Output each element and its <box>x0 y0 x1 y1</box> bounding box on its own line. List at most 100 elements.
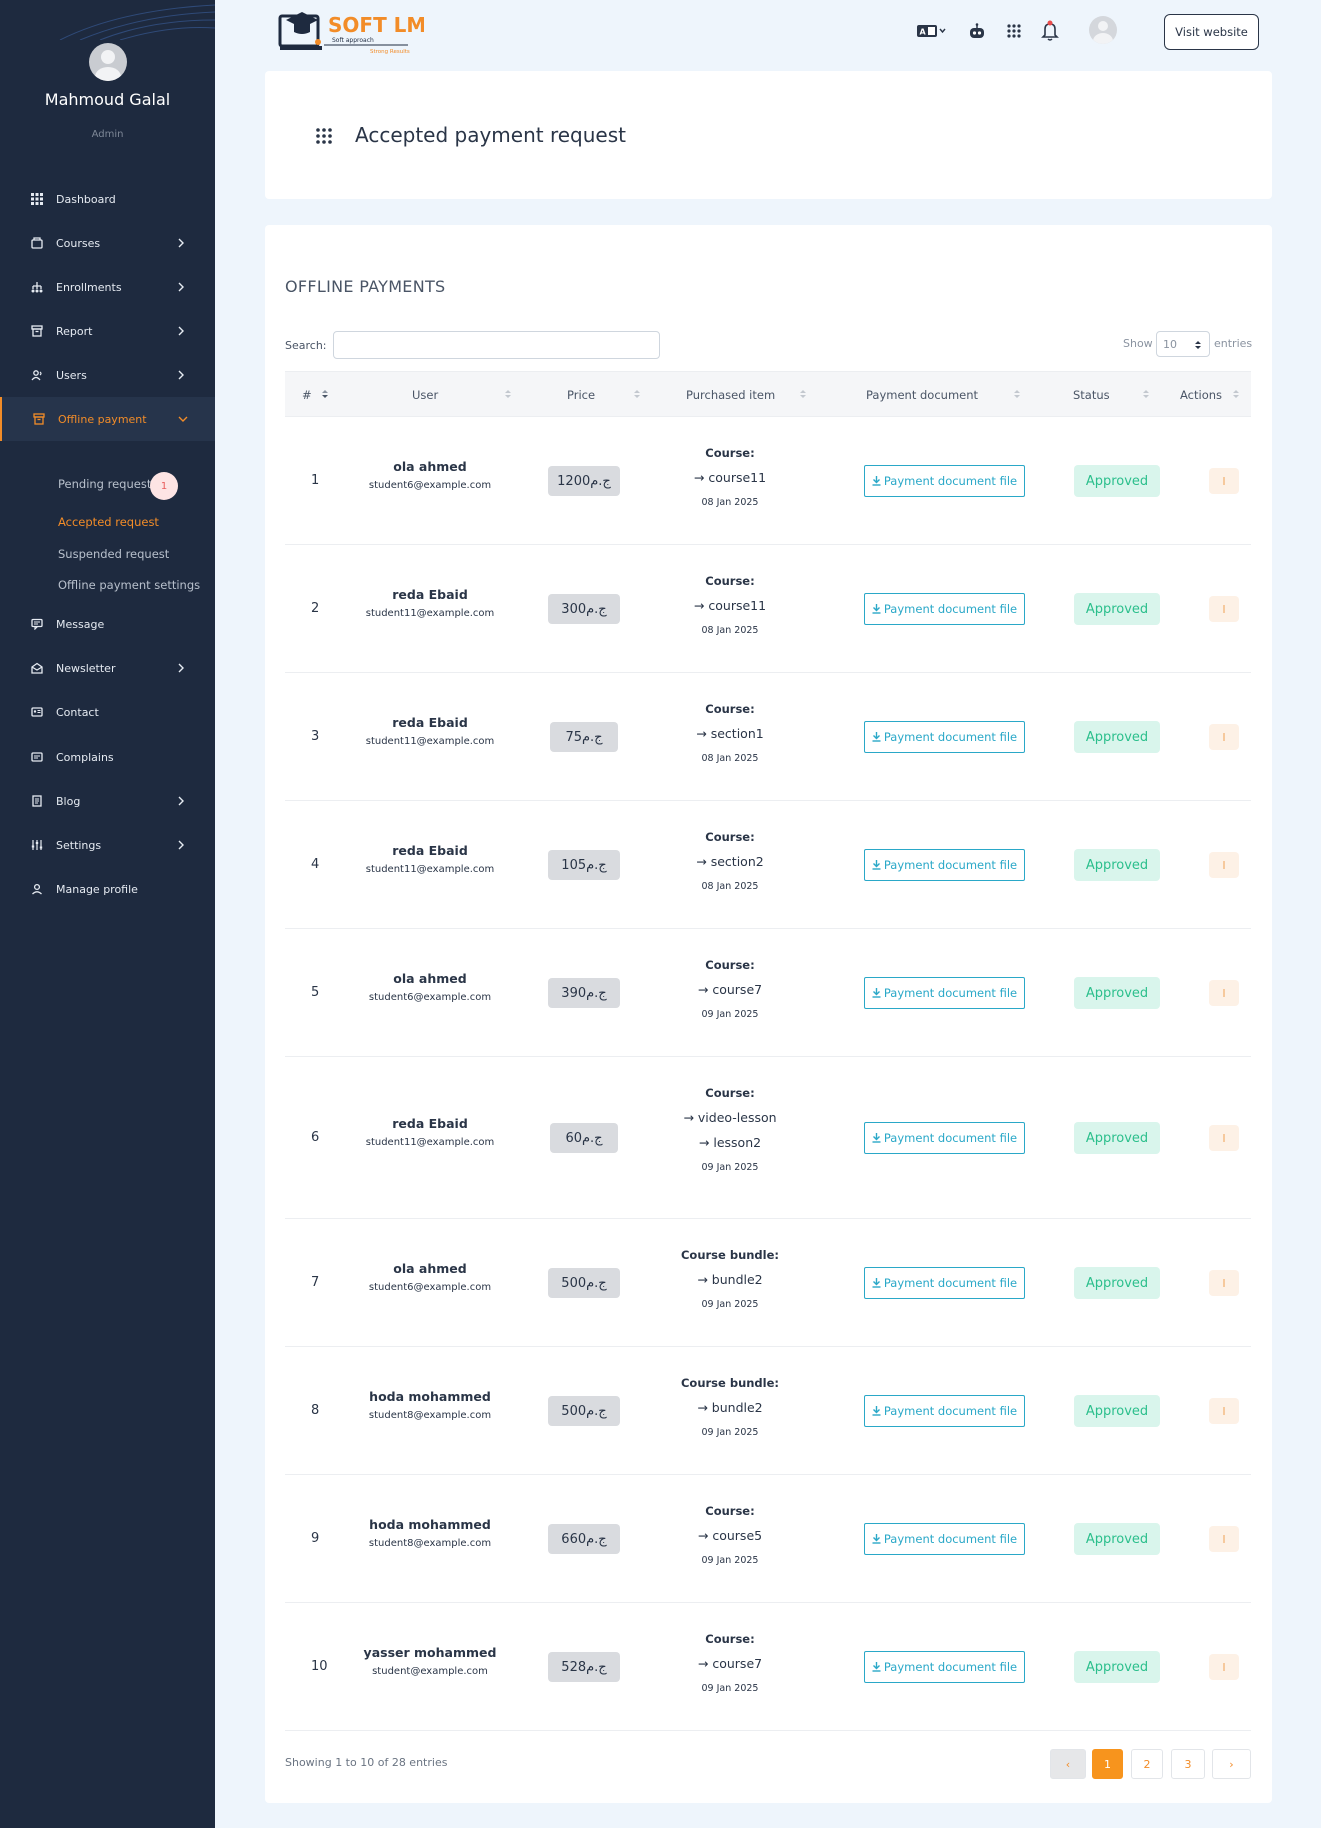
search-input[interactable] <box>333 331 660 359</box>
payment-document-button[interactable]: Payment document file <box>864 593 1025 625</box>
pagination-page-2[interactable]: 2 <box>1131 1749 1163 1779</box>
actions-menu-button[interactable] <box>1209 596 1239 622</box>
sidebar-item-users[interactable]: Users <box>0 353 215 397</box>
actions-menu-button[interactable] <box>1209 724 1239 750</box>
actions-menu-button[interactable] <box>1209 468 1239 494</box>
price-badge: 390ج.م <box>548 978 620 1008</box>
purchased-item-cell: Course: → course7 09 Jan 2025 <box>655 958 805 1020</box>
sidebar-item-dashboard[interactable]: Dashboard <box>0 177 215 221</box>
column-header-user[interactable]: User <box>412 388 438 402</box>
payment-document-button[interactable]: Payment document file <box>864 1122 1025 1154</box>
sidebar-item-label: Offline payment <box>58 412 147 426</box>
actions-menu-button[interactable] <box>1209 1654 1239 1680</box>
language-selector[interactable]: A <box>917 20 947 42</box>
bell-icon <box>1041 20 1059 41</box>
user-name: ola ahmed <box>393 971 467 986</box>
actions-menu-button[interactable] <box>1209 980 1239 1006</box>
payment-document-button[interactable]: Payment document file <box>864 465 1025 497</box>
row-number: 9 <box>311 1531 320 1546</box>
sort-icon[interactable] <box>1233 389 1239 399</box>
status-badge: Approved <box>1074 849 1160 881</box>
purchase-type: Course: <box>705 1632 755 1646</box>
soft-lms-logo[interactable]: SOFT LMS Soft approach Strong Results <box>278 6 441 56</box>
top-user-avatar[interactable] <box>1089 16 1117 44</box>
actions-menu-button[interactable] <box>1209 1398 1239 1424</box>
purchase-type: Course: <box>705 702 755 716</box>
download-icon <box>872 988 881 998</box>
notifications-button[interactable] <box>1039 20 1061 42</box>
sidebar-item-report[interactable]: Report <box>0 309 215 353</box>
submenu-pending-request[interactable]: Pending request <box>58 477 151 491</box>
submenu-suspended-request[interactable]: Suspended request <box>58 547 169 561</box>
payment-document-button[interactable]: Payment document file <box>864 1395 1025 1427</box>
chevron-right-icon <box>178 238 184 248</box>
sidebar-item-label: Users <box>56 368 87 382</box>
row-user: hoda mohammed student8@example.com <box>355 1517 505 1549</box>
column-header-price[interactable]: Price <box>567 388 595 402</box>
apps-menu-button[interactable] <box>1003 20 1025 42</box>
row-number: 5 <box>311 985 320 1000</box>
submenu-offline-payment-settings[interactable]: Offline payment settings <box>58 578 200 592</box>
sidebar-item-contact[interactable]: Contact <box>0 690 215 734</box>
row-user: reda Ebaid student11@example.com <box>355 587 505 619</box>
sidebar-item-newsletter[interactable]: Newsletter <box>0 646 215 690</box>
sidebar-item-message[interactable]: Message <box>0 602 215 646</box>
visit-website-button[interactable]: Visit website <box>1164 14 1259 50</box>
sort-icon[interactable] <box>1014 389 1020 399</box>
purchased-item: → course11 <box>655 470 805 485</box>
payment-document-button[interactable]: Payment document file <box>864 977 1025 1009</box>
actions-menu-button[interactable] <box>1209 1526 1239 1552</box>
status-badge: Approved <box>1074 1523 1160 1555</box>
sort-icon[interactable] <box>322 389 328 399</box>
payment-document-button[interactable]: Payment document file <box>864 1267 1025 1299</box>
actions-menu-button[interactable] <box>1209 852 1239 878</box>
row-user: ola ahmed student6@example.com <box>355 971 505 1003</box>
svg-text:A: A <box>920 28 927 37</box>
sidebar-item-label: Contact <box>56 705 99 719</box>
user-email: student6@example.com <box>368 480 492 491</box>
payment-document-button[interactable]: Payment document file <box>864 1523 1025 1555</box>
actions-menu-button[interactable] <box>1209 1125 1239 1151</box>
payment-document-button[interactable]: Payment document file <box>864 849 1025 881</box>
pagination-prev[interactable]: ‹ <box>1050 1749 1086 1779</box>
submenu-accepted-request[interactable]: Accepted request <box>58 515 159 529</box>
table-row: 3 reda Ebaid student11@example.com 75ج.م Cou… <box>285 673 1251 801</box>
purchase-type: Course: <box>705 830 755 844</box>
sidebar-item-courses[interactable]: Courses <box>0 221 215 265</box>
chevron-right-icon <box>178 370 184 380</box>
column-header-status[interactable]: Status <box>1073 388 1110 402</box>
pagination-next[interactable]: › <box>1212 1749 1251 1779</box>
sort-icon[interactable] <box>800 389 806 399</box>
sidebar-item-settings[interactable]: Settings <box>0 823 215 867</box>
purchased-item-name: course7 <box>712 982 763 997</box>
pagination-page-3[interactable]: 3 <box>1171 1749 1205 1779</box>
user-email: student@example.com <box>372 1666 488 1677</box>
payment-document-button[interactable]: Payment document file <box>864 721 1025 753</box>
purchased-item: → course7 <box>655 1656 805 1671</box>
sort-icon[interactable] <box>634 389 640 399</box>
sidebar-item-manage-profile[interactable]: Manage profile <box>0 867 215 911</box>
purchase-date: 09 Jan 2025 <box>701 1162 759 1173</box>
column-header-payment-document[interactable]: Payment document <box>866 388 978 402</box>
price-badge: 300ج.م <box>548 594 620 624</box>
sidebar-item-offline-payment[interactable]: Offline payment <box>0 397 215 441</box>
actions-menu-button[interactable] <box>1209 1270 1239 1296</box>
column-header-number[interactable]: # <box>302 388 312 402</box>
sidebar-item-complains[interactable]: Complains <box>0 735 215 779</box>
pagination-page-1[interactable]: 1 <box>1092 1749 1123 1779</box>
arrow-right-icon: → <box>697 982 713 997</box>
payment-document-label: Payment document file <box>883 986 1018 1000</box>
sort-icon[interactable] <box>1143 389 1149 399</box>
sidebar-item-enrollments[interactable]: Enrollments <box>0 265 215 309</box>
select-arrows-icon <box>1195 341 1201 349</box>
sort-icon[interactable] <box>505 389 511 399</box>
column-header-purchased-item[interactable]: Purchased item <box>686 388 775 402</box>
sidebar-item-blog[interactable]: Blog <box>0 779 215 823</box>
price-badge: 528ج.م <box>548 1652 620 1682</box>
user-name: reda Ebaid <box>392 1116 468 1131</box>
payment-document-button[interactable]: Payment document file <box>864 1651 1025 1683</box>
sidebar-item-label: Dashboard <box>56 192 116 206</box>
column-header-actions[interactable]: Actions <box>1180 388 1222 402</box>
ai-assistant-button[interactable] <box>966 20 988 42</box>
entries-per-page-select[interactable]: 10 <box>1156 331 1210 357</box>
